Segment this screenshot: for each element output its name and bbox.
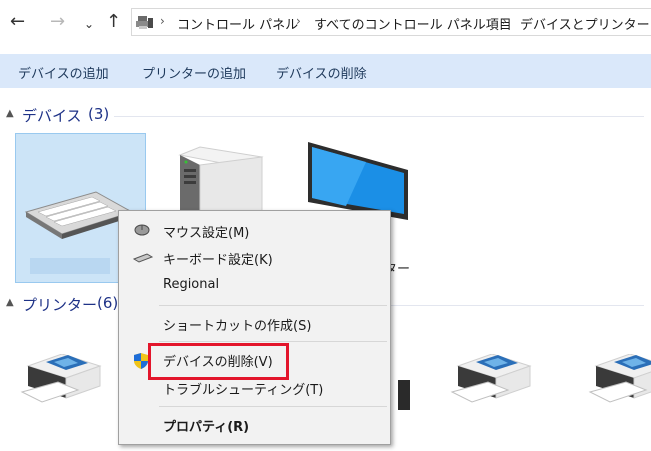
context-menu: マウス設定(M) キーボード設定(K) Regional ショートカットの作成(… <box>118 210 391 445</box>
uac-shield-icon <box>133 352 149 374</box>
breadcrumb-separator[interactable]: › <box>296 14 301 28</box>
address-bar[interactable]: › コントロール パネル › すべてのコントロール パネル項目 › デバイスとプ… <box>131 8 651 36</box>
group-title: プリンター <box>22 296 98 314</box>
menu-label: ショートカットの作成(S) <box>163 319 312 334</box>
address-toolbar: ← → ⌄ ↑ › コントロール パネル › すべてのコントロール パネル項目 … <box>0 0 651 46</box>
collapse-chevron-icon[interactable]: ▲ <box>6 297 14 308</box>
breadcrumb-separator[interactable]: › <box>502 14 507 28</box>
menu-separator <box>159 406 387 407</box>
breadcrumb-devices-printers[interactable]: デバイスとプリンター <box>520 14 650 33</box>
device-computer[interactable] <box>176 145 266 216</box>
menu-separator <box>159 305 387 306</box>
menu-label: マウス設定(M) <box>163 226 250 241</box>
add-device-button[interactable]: デバイスの追加 <box>18 63 109 82</box>
devices-group-header[interactable]: ▲ デバイス (3) <box>0 105 651 127</box>
devices-printers-icon <box>136 15 154 35</box>
add-printer-button[interactable]: プリンターの追加 <box>142 63 246 82</box>
group-count: (3) <box>88 105 110 123</box>
computer-tower-icon <box>178 146 264 216</box>
up-button[interactable]: ↑ <box>106 12 121 32</box>
breadcrumb-separator[interactable]: › <box>160 14 165 28</box>
annotation-highlight-box <box>148 343 289 380</box>
menu-item-create-shortcut[interactable]: ショートカットの作成(S) <box>121 312 388 336</box>
menu-label: Regional <box>163 277 220 292</box>
menu-separator <box>159 341 387 342</box>
printer-item[interactable] <box>18 353 103 414</box>
menu-label: プロパティ(R) <box>163 420 250 435</box>
remove-device-button[interactable]: デバイスの削除 <box>276 63 367 82</box>
menu-label: キーボード設定(K) <box>163 253 273 268</box>
printer-icon <box>450 353 532 403</box>
forward-button[interactable]: → <box>50 12 65 32</box>
group-count: (6) <box>97 294 119 312</box>
group-title: デバイス <box>22 107 82 125</box>
printer-item[interactable] <box>448 353 533 414</box>
printer-item-partial[interactable] <box>398 380 410 410</box>
command-bar: デバイスの追加 プリンターの追加 デバイスの削除 <box>0 54 651 88</box>
device-label-highlight <box>30 258 110 274</box>
menu-item-keyboard-settings[interactable]: キーボード設定(K) <box>121 246 388 270</box>
device-monitor[interactable] <box>306 142 412 220</box>
menu-item-regional[interactable]: Regional <box>121 274 388 298</box>
recent-locations-button[interactable]: ⌄ <box>84 14 94 34</box>
monitor-icon <box>308 142 408 220</box>
menu-label: トラブルシューティング(T) <box>163 383 324 398</box>
keyboard-icon <box>132 250 154 268</box>
printer-icon <box>20 353 102 403</box>
breadcrumb-all-items[interactable]: すべてのコントロール パネル項目 <box>314 14 512 33</box>
menu-item-properties[interactable]: プロパティ(R) <box>121 413 388 437</box>
printer-item[interactable] <box>586 354 651 414</box>
menu-item-mouse-settings[interactable]: マウス設定(M) <box>121 219 388 243</box>
breadcrumb-control-panel[interactable]: コントロール パネル <box>177 14 298 33</box>
mouse-icon <box>133 223 151 241</box>
group-divider <box>114 116 644 117</box>
printer-icon <box>588 354 651 403</box>
collapse-chevron-icon[interactable]: ▲ <box>6 108 14 119</box>
back-button[interactable]: ← <box>10 12 25 32</box>
